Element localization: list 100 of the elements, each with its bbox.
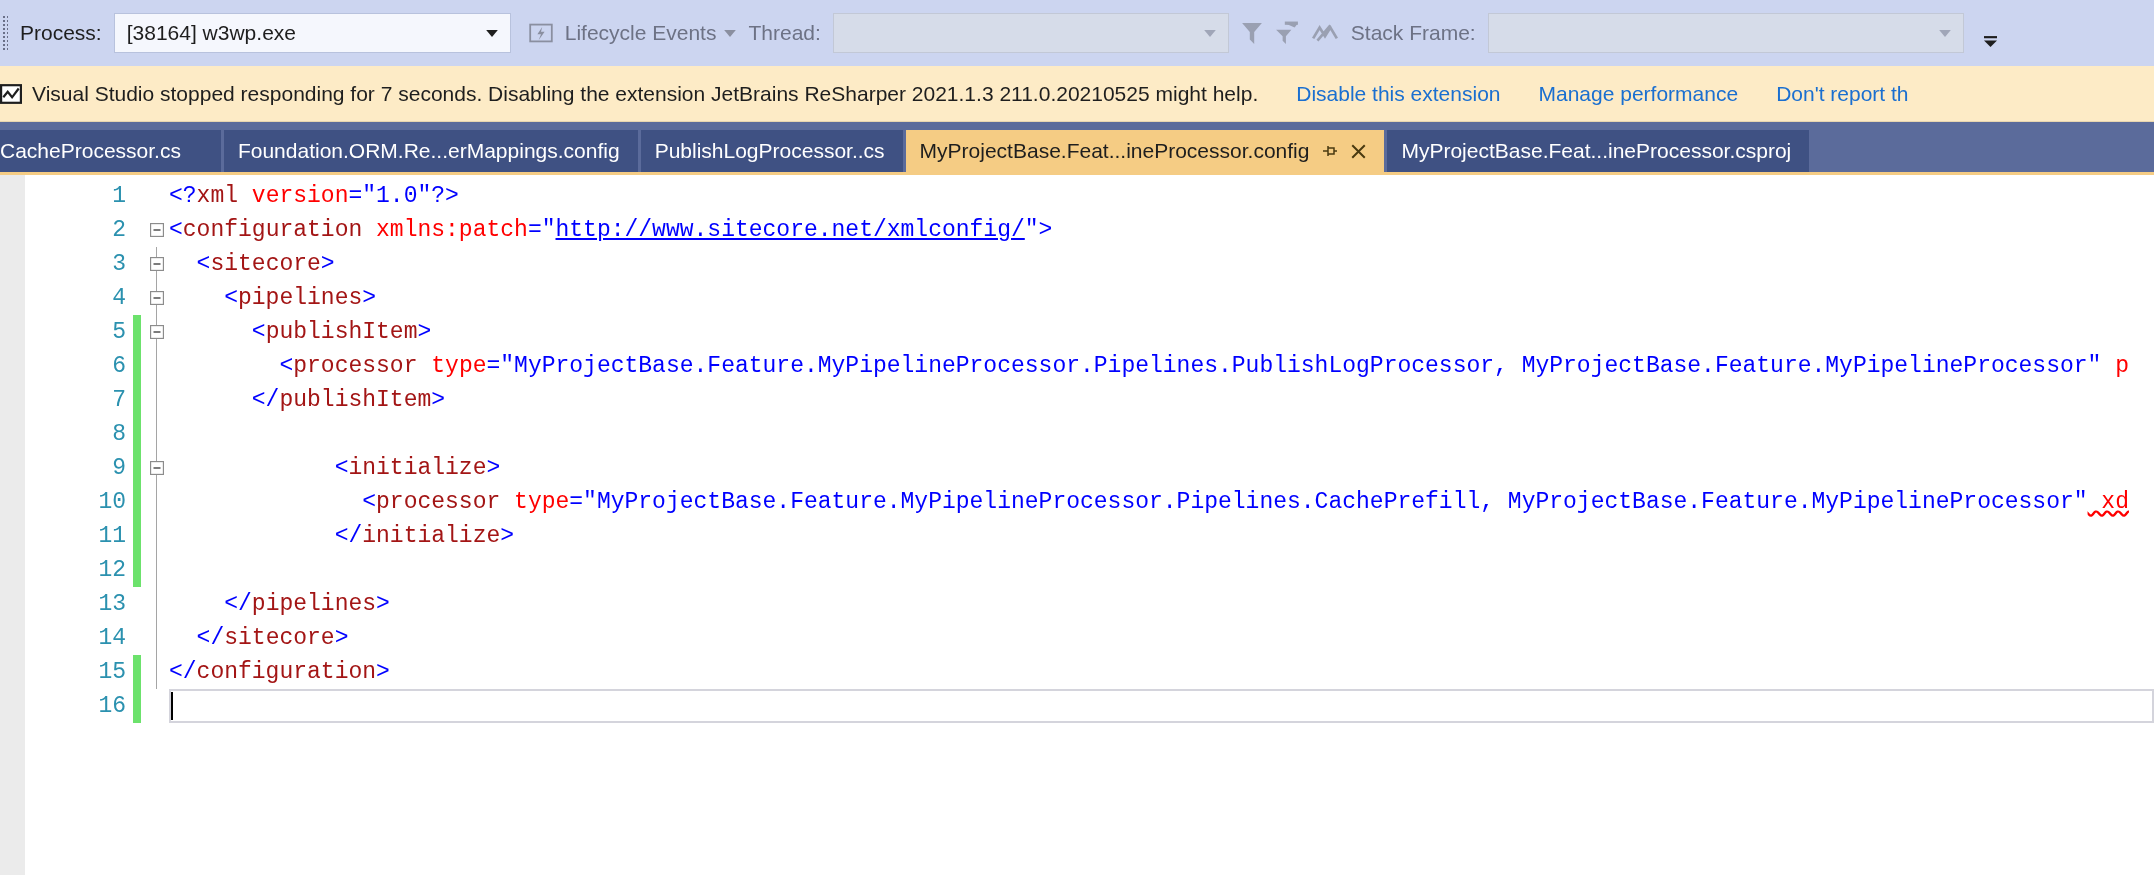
- tab-title: MyProjectBase.Feat...ineProcessor.csproj: [1401, 139, 1792, 163]
- line-number: 4: [111, 285, 126, 311]
- xml-punctuation: ": [2073, 489, 2088, 515]
- xml-punctuation: </: [250, 387, 280, 413]
- xml-punctuation: =": [527, 217, 556, 243]
- line-number: 8: [111, 421, 126, 447]
- document-tab[interactable]: MyProjectBase.Feat...ineProcessor.csproj: [1387, 130, 1810, 172]
- toolbar-grip-icon: [2, 15, 8, 51]
- document-tab[interactable]: PublishLogProcessor..cs: [640, 130, 903, 172]
- performance-chart-icon: [0, 82, 22, 105]
- text-cursor: [171, 692, 173, 720]
- xml-punctuation: <: [278, 353, 294, 379]
- xml-punctuation: <?: [169, 183, 197, 209]
- xml-tag-name: configuration: [182, 217, 363, 243]
- line-number: 14: [97, 625, 126, 651]
- line-number: 3: [111, 251, 126, 277]
- line-number: 10: [97, 489, 126, 515]
- collapse-icon[interactable]: [150, 325, 164, 339]
- xml-punctuation: >: [376, 591, 390, 617]
- caret-icon: [1938, 29, 1951, 37]
- xml-attribute: p: [2114, 353, 2129, 379]
- xml-punctuation: ": [2087, 353, 2102, 379]
- document-tab[interactable]: Foundation.ORM.Re...erMappings.config: [223, 130, 638, 172]
- xml-punctuation: "?>: [417, 183, 459, 209]
- xml-punctuation: <: [361, 489, 377, 515]
- error-token: xd: [2100, 489, 2129, 515]
- xml-tag-name: publishItem: [279, 387, 432, 413]
- caret-icon: [1203, 29, 1216, 37]
- xml-punctuation: >: [376, 659, 390, 685]
- document-tab[interactable]: CacheProcessor.cs: [0, 130, 221, 172]
- line-number: 12: [97, 557, 126, 583]
- xml-punctuation: >: [334, 625, 349, 651]
- xml-punctuation: >: [486, 455, 501, 481]
- collapse-icon[interactable]: [150, 257, 164, 271]
- close-icon[interactable]: [1351, 143, 1367, 159]
- xml-tag-name: xml: [196, 183, 239, 209]
- process-label: Process:: [20, 21, 102, 45]
- xml-tag-name: initialize: [348, 455, 487, 481]
- thread-label: Thread:: [748, 21, 821, 45]
- xml-punctuation: </: [223, 591, 252, 617]
- filter-icon: [1240, 20, 1263, 46]
- process-dropdown[interactable]: [38164] w3wp.exe: [113, 13, 511, 53]
- collapse-icon[interactable]: [150, 291, 164, 305]
- xml-tag-name: configuration: [196, 659, 377, 685]
- xml-attribute: xmlns:patch: [375, 217, 528, 243]
- xml-punctuation: >: [417, 319, 432, 345]
- tab-title: MyProjectBase.Feat...ineProcessor.config: [919, 139, 1310, 163]
- xml-tag-name: sitecore: [224, 625, 335, 651]
- line-number: 2: [111, 217, 126, 243]
- xml-punctuation: </: [169, 659, 197, 685]
- info-bar-link[interactable]: Manage performance: [1538, 81, 1739, 106]
- collapse-icon[interactable]: [150, 461, 164, 475]
- toolbar-overflow-icon[interactable]: [1983, 35, 1997, 47]
- filter-flag-icon: [1274, 21, 1299, 45]
- xml-punctuation: <: [195, 251, 211, 277]
- xml-punctuation: <: [169, 217, 183, 243]
- tab-title: CacheProcessor.cs: [0, 139, 181, 163]
- xml-punctuation: </: [333, 523, 363, 549]
- caret-icon: [485, 29, 498, 37]
- pin-icon[interactable]: [1323, 145, 1338, 157]
- xml-tag-name: initialize: [362, 523, 501, 549]
- xml-tag-name: sitecore: [210, 251, 321, 277]
- line-number: 7: [111, 387, 126, 413]
- xml-punctuation: <: [333, 455, 349, 481]
- xml-tag-name: publishItem: [265, 319, 418, 345]
- xml-tag-name: processor: [293, 353, 418, 379]
- xml-attribute: version: [250, 183, 349, 209]
- line-number: 11: [97, 523, 126, 549]
- xml-tag-name: processor: [376, 489, 501, 515]
- url-link[interactable]: http://www.sitecore.net/xmlconfig/: [555, 217, 1025, 243]
- xml-punctuation: =": [348, 183, 377, 209]
- xml-attribute-value: MyProjectBase.Feature.MyPipelineProcessor.Pipelines.CachePrefill, MyProjectBase.Feature.MyPipelineProcessor: [596, 489, 2074, 515]
- xml-attribute-value: 1.0: [376, 183, 418, 209]
- collapse-icon[interactable]: [150, 223, 164, 237]
- xml-punctuation: >: [320, 251, 335, 277]
- line-number: 15: [97, 659, 126, 685]
- xml-punctuation: >: [500, 523, 515, 549]
- line-number: 16: [97, 693, 126, 719]
- xml-punctuation: >: [362, 285, 377, 311]
- threads-toggle-icon: [1310, 23, 1339, 43]
- line-number: 5: [111, 319, 126, 345]
- caret-icon: [724, 29, 737, 37]
- line-number: 1: [111, 183, 126, 209]
- info-bar-link[interactable]: Disable this extension: [1296, 81, 1501, 106]
- lightning-icon: [528, 21, 553, 45]
- xml-punctuation: >: [431, 387, 446, 413]
- xml-punctuation: ">: [1024, 217, 1053, 243]
- info-message: Visual Studio stopped responding for 7 seconds. Disabling the extension JetBrains ReSharper 2021.1.3 211.0.20210525 might help.: [32, 81, 1259, 106]
- xml-tag-name: pipelines: [251, 591, 377, 617]
- xml-punctuation: <: [250, 319, 266, 345]
- tab-title: Foundation.ORM.Re...erMappings.config: [237, 139, 620, 163]
- xml-tag-name: pipelines: [238, 285, 363, 311]
- stack-frame-label: Stack Frame:: [1350, 21, 1476, 45]
- line-number: 13: [97, 591, 126, 617]
- xml-punctuation: </: [195, 625, 225, 651]
- info-bar-link[interactable]: Don't report th: [1776, 81, 1909, 106]
- xml-attribute: type: [513, 489, 570, 515]
- xml-attribute: type: [430, 353, 487, 379]
- xml-punctuation: =": [569, 489, 597, 515]
- document-tab[interactable]: MyProjectBase.Feat...ineProcessor.config: [905, 130, 1385, 172]
